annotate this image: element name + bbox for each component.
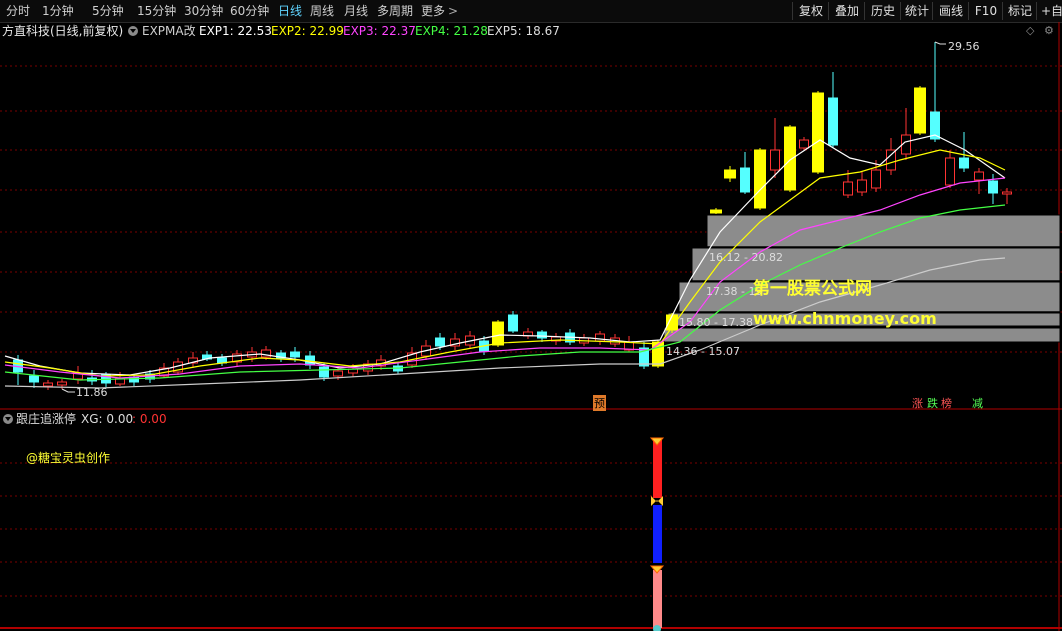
sub-indicator-menu-icon[interactable] [3,414,13,424]
credit-text: @糖宝灵虫创作 [26,451,111,465]
candle-body [1002,191,1012,195]
diamond-icon[interactable]: ◇ [1026,22,1034,40]
candle-body [290,351,300,358]
signal-bar-pink [653,570,662,628]
indicator-name: EXPMA改 [142,24,196,38]
candle-body [724,169,736,179]
marker-yu[interactable]: 预 [593,395,606,411]
candle-body [492,321,504,346]
band-label-1: 16.12 - 20.82 [709,251,783,264]
settings-icon[interactable]: ⚙ [1044,22,1054,40]
high-price-label: 29.56 [948,40,980,53]
exp1-label: EXP1: 22.53 [199,24,272,38]
candle-body [988,180,998,194]
exp2-label: EXP2: 22.99 [271,24,344,38]
candle-body [57,381,67,386]
low-pointer [61,388,75,393]
marker-die[interactable]: 跌 [927,395,938,411]
exp3-label: EXP3: 22.37 [343,24,416,38]
candle-body [770,149,780,171]
candle-body [537,331,547,339]
indicator-menu-icon[interactable] [128,26,138,36]
candle-body [857,179,867,193]
candle-body [886,149,896,171]
marker-bang[interactable]: 榜 [941,395,952,411]
signal-bar-blue [653,505,662,563]
candle-body [871,169,881,189]
candle-body [333,370,343,377]
marker-jian[interactable]: 减 [972,395,983,411]
candle-body [914,87,926,134]
xg-value: : 0.00 [132,412,167,426]
candle-body [652,341,664,367]
low-price-label: 11.86 [76,386,108,399]
exp4-label: EXP4: 21.28 [415,24,488,38]
candle-body [843,181,853,196]
candle-body [754,149,766,209]
stock-title: 方直科技(日线,前复权) [2,24,124,38]
candle-body [959,157,969,169]
high-pointer [934,41,946,45]
candle-body [799,139,809,149]
watermark-title: 第一股票公式网 [753,279,872,299]
watermark-url: www.chnmoney.com [753,309,937,328]
band-label-4: 14.36 - 15.07 [666,345,740,358]
candle-body [319,366,329,378]
candle-body [43,382,53,387]
candle-body [508,314,518,332]
signal-bar-red [653,440,662,498]
candle-body [435,337,445,347]
band-label-3: 15.80 - 17.38 [679,316,753,329]
marker-zhang[interactable]: 涨 [912,395,923,411]
candle-body [710,209,722,214]
candle-body [974,171,984,181]
sub-indicator-title: 跟庄追涨停 [16,412,77,426]
candle-body [828,97,838,146]
candle-body [595,333,605,342]
candle-body [29,375,39,383]
xg-label: XG: 0.00 [81,412,134,426]
candle-body [812,92,824,173]
candle-body [784,126,796,191]
candle-body [945,157,955,186]
candle-body [740,167,750,193]
exp5-label: EXP5: 18.67 [487,24,560,38]
